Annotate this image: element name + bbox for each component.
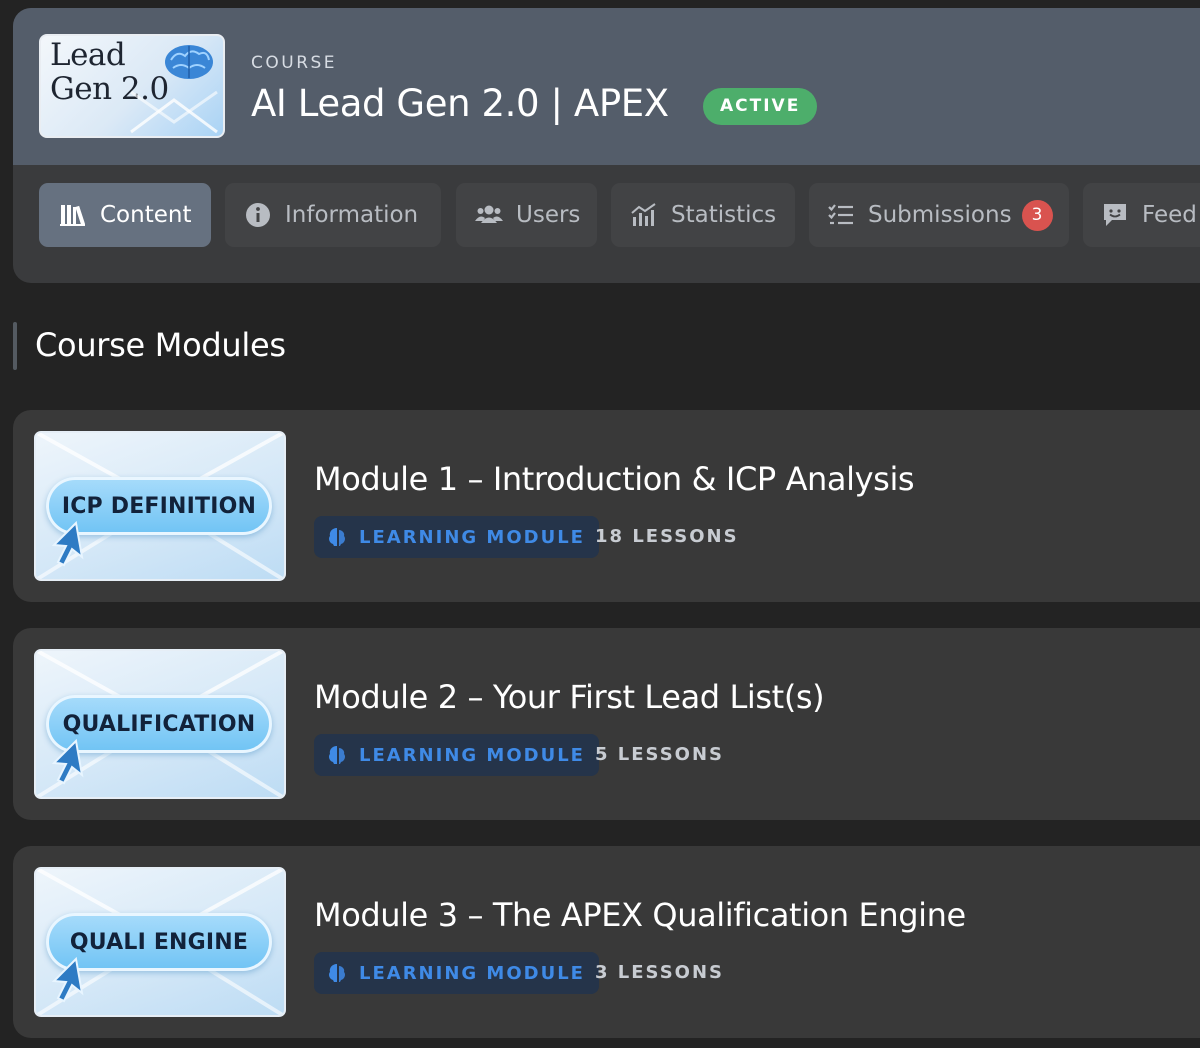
tab-information[interactable]: Information xyxy=(225,183,441,247)
tab-feedback[interactable]: Feed xyxy=(1083,183,1200,247)
brain-icon xyxy=(329,528,345,546)
chart-icon xyxy=(630,201,658,229)
tab-label: Information xyxy=(285,202,419,228)
books-icon xyxy=(59,201,87,229)
module-thumbnail: QUALI ENGINE xyxy=(34,867,286,1017)
submissions-count-badge: 3 xyxy=(1021,199,1053,231)
checklist-icon xyxy=(827,201,855,229)
brain-icon xyxy=(329,964,345,982)
tab-statistics[interactable]: Statistics xyxy=(611,183,795,247)
module-card-1[interactable]: ICP DEFINITION Module 1 – Introduction &… xyxy=(13,410,1200,602)
lesson-count: 18 LESSONS xyxy=(595,526,739,547)
course-header-banner: Lead Gen 2.0 COURSE AI Lead Gen 2.0 | AP… xyxy=(13,8,1200,165)
course-thumbnail-line1: Lead xyxy=(50,37,126,73)
learning-module-tag: LEARNING MODULE xyxy=(314,734,599,776)
course-title: AI Lead Gen 2.0 | APEX xyxy=(251,82,669,125)
tab-label: Content xyxy=(100,202,192,228)
tab-label: Submissions xyxy=(868,202,1012,228)
cursor-icon xyxy=(51,956,84,1003)
section-title: Course Modules xyxy=(35,326,286,364)
tab-users[interactable]: Users xyxy=(456,183,597,247)
envelope-icon xyxy=(130,90,218,134)
module-tag-label: LEARNING MODULE xyxy=(359,526,585,548)
status-badge: ACTIVE xyxy=(703,88,818,125)
tab-label: Feed xyxy=(1142,202,1197,228)
tab-label: Users xyxy=(516,202,581,228)
cursor-icon xyxy=(51,738,84,785)
module-title: Module 2 – Your First Lead List(s) xyxy=(314,678,825,716)
section-accent-bar xyxy=(13,322,17,370)
module-card-3[interactable]: QUALI ENGINE Module 3 – The APEX Qualifi… xyxy=(13,846,1200,1038)
module-title: Module 3 – The APEX Qualification Engine xyxy=(314,896,966,934)
module-thumbnail: ICP DEFINITION xyxy=(34,431,286,581)
learning-module-tag: LEARNING MODULE xyxy=(314,516,599,558)
lesson-count: 5 LESSONS xyxy=(595,744,725,765)
module-thumbnail: QUALIFICATION xyxy=(34,649,286,799)
tab-content[interactable]: Content xyxy=(39,183,211,247)
feedback-icon xyxy=(1101,201,1129,229)
brain-icon xyxy=(329,746,345,764)
tab-submissions[interactable]: Submissions 3 xyxy=(809,183,1069,247)
module-tag-label: LEARNING MODULE xyxy=(359,744,585,766)
module-tag-label: LEARNING MODULE xyxy=(359,962,585,984)
brain-icon xyxy=(165,45,213,79)
lesson-count: 3 LESSONS xyxy=(595,962,725,983)
course-thumbnail: Lead Gen 2.0 xyxy=(39,34,225,138)
users-icon xyxy=(475,201,503,229)
module-title: Module 1 – Introduction & ICP Analysis xyxy=(314,460,915,498)
info-icon xyxy=(244,201,272,229)
tab-label: Statistics xyxy=(671,202,777,228)
learning-module-tag: LEARNING MODULE xyxy=(314,952,599,994)
course-kicker: COURSE xyxy=(251,53,338,73)
module-card-2[interactable]: QUALIFICATION Module 2 – Your First Lead… xyxy=(13,628,1200,820)
cursor-icon xyxy=(51,520,84,567)
course-page: Lead Gen 2.0 COURSE AI Lead Gen 2.0 | AP… xyxy=(0,0,1200,1048)
